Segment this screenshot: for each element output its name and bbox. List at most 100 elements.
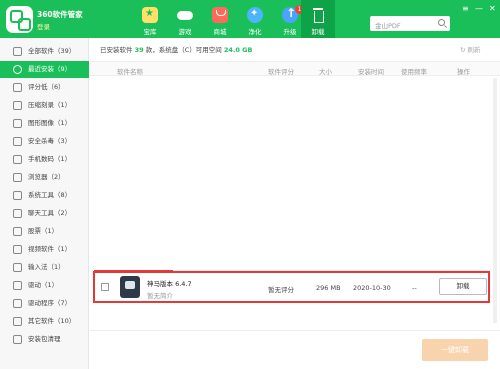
free-space: 24.0 GB (223, 46, 253, 54)
column-header-name[interactable]: 软件名称 (117, 66, 143, 76)
category-sidebar: 全部软件（39） 最近安装（9） 评分低（6） 压缩刻录（1） 图形图像（1） … (0, 38, 89, 369)
image-icon (13, 119, 22, 128)
sidebar-item-browser[interactable]: 浏览器（2） (0, 169, 89, 186)
sidebar-item-label: 驱动程序（7） (28, 299, 72, 307)
sidebar-item-label: 系统工具（8） (28, 191, 72, 199)
sidebar-item-label: 全部软件（39） (28, 47, 76, 55)
nav-label: 净化 (248, 28, 262, 36)
sidebar-item-label: 聊天工具（2） (28, 209, 72, 217)
nav-label: 游戏 (178, 28, 192, 36)
sidebar-item-graphics[interactable]: 图形图像（1） (0, 115, 89, 132)
table-header: 软件名称 软件评分 大小 安装时间 使用频率 操作 (90, 61, 500, 76)
column-header-rating[interactable]: 软件评分 (268, 66, 294, 76)
browser-icon (13, 173, 22, 182)
sidebar-item-label: 其它软件（10） (28, 317, 76, 325)
nav-label: 商城 (213, 28, 227, 36)
sidebar-item-video[interactable]: 视频软件（1） (0, 241, 89, 258)
sidebar-item-system-tools[interactable]: 系统工具（8） (0, 187, 89, 204)
sidebar-item-other[interactable]: 其它软件（10） (0, 313, 89, 330)
shield-icon (13, 137, 22, 146)
chip-icon (13, 299, 22, 308)
clean-icon (247, 7, 263, 23)
sidebar-item-compression[interactable]: 压缩刻录（1） (0, 97, 89, 114)
app-logo-icon (6, 6, 33, 33)
keyboard-icon (13, 263, 22, 272)
sidebar-item-driver-programs[interactable]: 驱动程序（7） (0, 295, 89, 312)
grid-icon (13, 47, 22, 56)
sidebar-item-all[interactable]: 全部软件（39） (0, 43, 89, 60)
chat-icon (13, 209, 22, 218)
sidebar-item-stocks[interactable]: 股票（1） (0, 223, 89, 240)
sidebar-item-mobile[interactable]: 手机数码（1） (0, 151, 89, 168)
video-icon (13, 245, 22, 254)
installed-count: 39 (134, 46, 144, 54)
summary-prefix: 已安装软件 (100, 46, 133, 54)
column-header-action: 操作 (457, 68, 470, 76)
nav-uninstall[interactable]: 卸载 (301, 0, 335, 38)
minimize-icon[interactable]: — (475, 4, 483, 13)
sidebar-item-security[interactable]: 安全杀毒（3） (0, 133, 89, 150)
nav-clean[interactable]: 净化 (238, 3, 272, 36)
uninstall-button[interactable]: 卸载 (439, 278, 487, 295)
column-header-size[interactable]: 大小 (319, 66, 332, 76)
sidebar-item-label: 安全杀毒（3） (28, 137, 72, 145)
app-frequency: -- (412, 284, 417, 292)
archive-icon (13, 101, 22, 110)
trash-icon (310, 7, 326, 23)
nav-baoku[interactable]: 宝库 (133, 3, 167, 36)
top-bar: 360软件管家 登录 宝库 游戏 商城 净化 1 升级 卸载 金山PDF ≡ —… (0, 0, 500, 38)
app-description: 暂无简介 (147, 292, 173, 300)
phone-icon (13, 155, 22, 164)
search-icon[interactable] (438, 19, 445, 26)
sidebar-item-label: 手机数码（1） (28, 155, 72, 163)
column-header-frequency[interactable]: 使用频率 (401, 66, 427, 76)
tools-icon (13, 191, 22, 200)
sidebar-item-low-rating[interactable]: 评分低（6） (0, 79, 89, 96)
app-icon (120, 276, 140, 298)
sidebar-item-label: 驱动（1） (28, 281, 59, 289)
nav-label: 卸载 (311, 28, 325, 36)
rating-icon (13, 83, 22, 92)
login-link[interactable]: 登录 (37, 21, 50, 31)
star-outline-icon (13, 317, 22, 326)
stock-icon (13, 227, 22, 236)
footer-bar: 一键卸载 (90, 330, 500, 369)
shopping-bag-icon (212, 7, 228, 23)
sidebar-item-label: 最近安装（9） (28, 65, 72, 73)
sidebar-item-label: 图形图像（1） (28, 119, 72, 127)
sidebar-item-package-cleanup[interactable]: 安装包清理 (0, 331, 89, 348)
refresh-icon: ↻ (460, 46, 466, 54)
driver-icon (13, 281, 22, 290)
sidebar-item-input-method[interactable]: 输入法（1） (0, 259, 89, 276)
menu-icon[interactable]: ≡ (462, 4, 469, 13)
app-install-date: 2020-10-30 (353, 284, 391, 292)
star-icon (142, 7, 158, 23)
sidebar-item-label: 浏览器（2） (28, 173, 65, 181)
table-row: 神马版本 6.4.7 暂无简介 暂无评分 296 MB 2020-10-30 -… (93, 271, 490, 303)
sidebar-item-chat[interactable]: 聊天工具（2） (0, 205, 89, 222)
sidebar-item-label: 压缩刻录（1） (28, 101, 72, 109)
sidebar-item-label: 视频软件（1） (28, 245, 72, 253)
sidebar-item-label: 评分低（6） (28, 83, 65, 91)
sidebar-item-label: 输入法（1） (28, 263, 65, 271)
scrollbar[interactable] (493, 78, 497, 323)
column-header-install-time[interactable]: 安装时间 (358, 66, 384, 76)
sidebar-item-driver[interactable]: 驱动（1） (0, 277, 89, 294)
clock-icon (13, 65, 22, 74)
summary-mid: 款，系统盘（C）可用空间 (145, 46, 222, 54)
close-icon[interactable]: ✕ (489, 4, 496, 13)
sidebar-item-label: 安装包清理 (28, 335, 61, 343)
sidebar-item-label: 股票（1） (28, 227, 59, 235)
refresh-label: 刷新 (467, 46, 481, 54)
refresh-button[interactable]: ↻ 刷新 (460, 44, 481, 54)
nav-mall[interactable]: 商城 (203, 3, 237, 36)
app-size: 296 MB (316, 284, 341, 292)
one-click-uninstall-button[interactable]: 一键卸载 (422, 339, 488, 361)
nav-games[interactable]: 游戏 (168, 3, 202, 36)
cleanup-icon (13, 335, 22, 344)
gamepad-icon (177, 7, 193, 23)
sidebar-item-recent[interactable]: 最近安装（9） (0, 61, 89, 78)
nav-label: 宝库 (143, 28, 157, 36)
install-summary: 已安装软件 39 款，系统盘（C）可用空间 24.0 GB (100, 44, 252, 54)
row-checkbox[interactable] (101, 283, 109, 291)
